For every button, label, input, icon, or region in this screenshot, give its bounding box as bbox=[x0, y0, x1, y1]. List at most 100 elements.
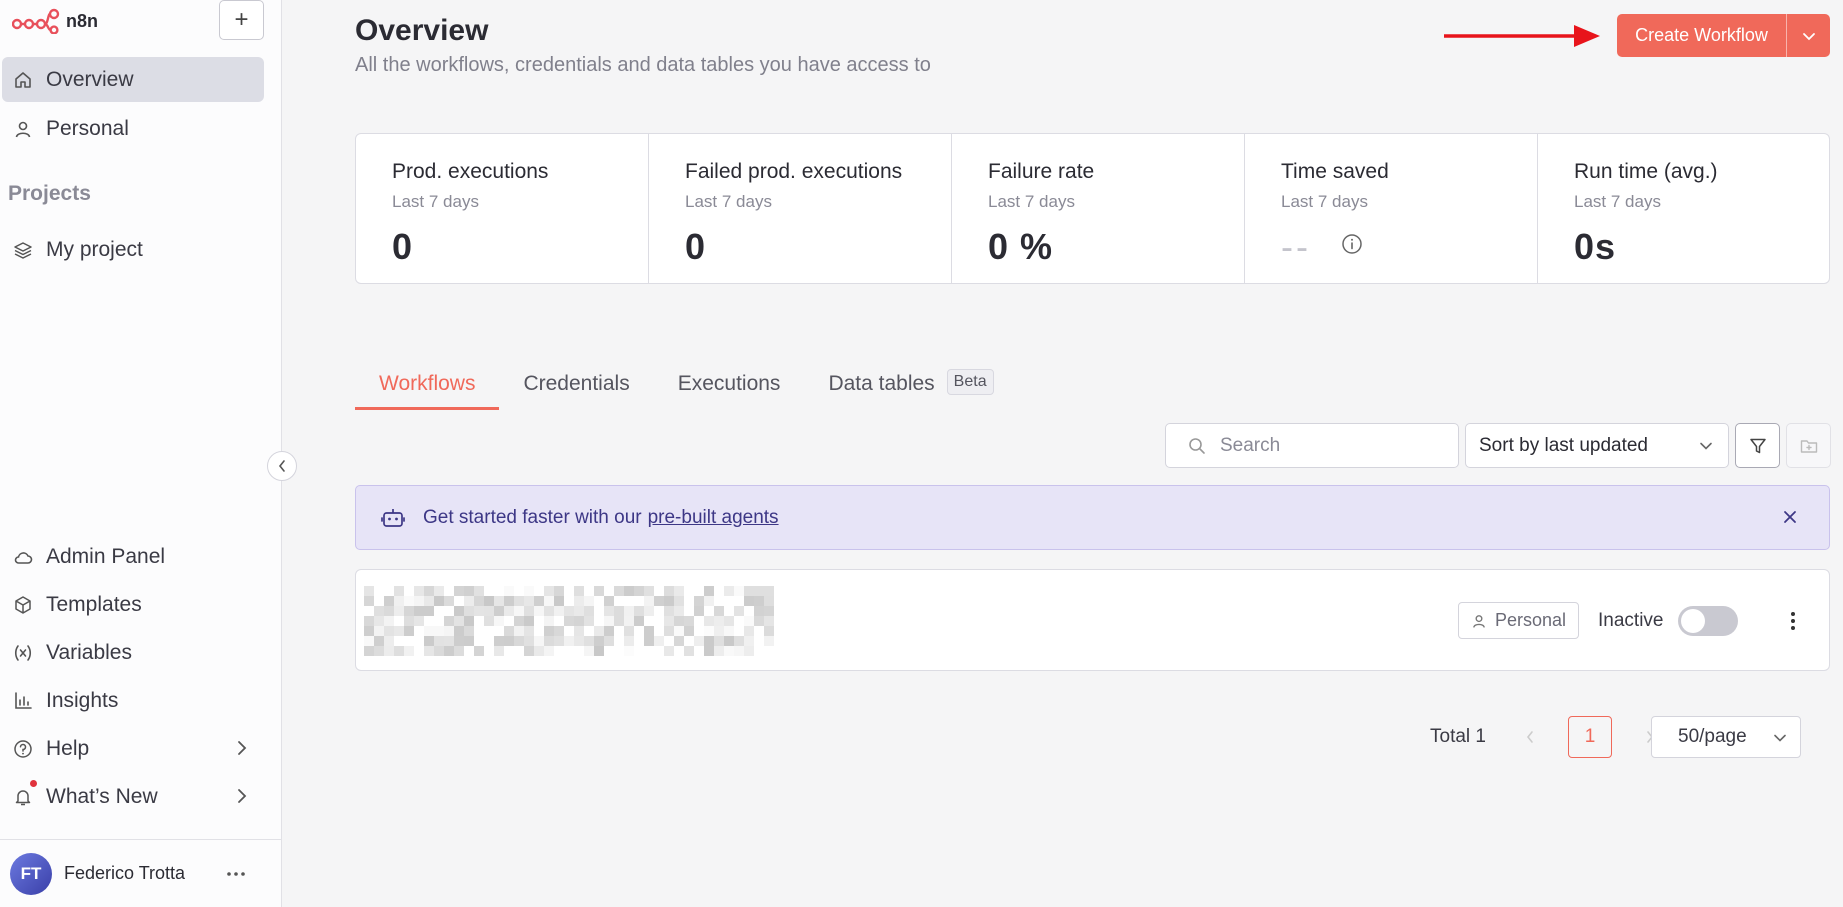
collapse-sidebar-button[interactable] bbox=[267, 451, 297, 481]
filter-button[interactable] bbox=[1735, 423, 1780, 468]
stat-label: Failed prod. executions bbox=[685, 160, 903, 183]
stat-label: Run time (avg.) bbox=[1574, 160, 1718, 183]
prev-page-icon[interactable] bbox=[1516, 729, 1544, 745]
stat-failure-rate[interactable]: Failure rate Last 7 days 0 % bbox=[952, 134, 1245, 283]
prebuilt-agents-link[interactable]: pre-built agents bbox=[648, 507, 779, 529]
home-icon bbox=[12, 69, 34, 91]
more-vertical-icon bbox=[1791, 612, 1795, 630]
sort-select[interactable]: Sort by last updated bbox=[1465, 423, 1729, 468]
close-icon[interactable] bbox=[1779, 506, 1801, 534]
chevron-left-icon bbox=[278, 460, 285, 472]
page-subtitle: All the workflows, credentials and data … bbox=[355, 54, 931, 76]
search-input[interactable] bbox=[1220, 434, 1440, 457]
info-icon[interactable] bbox=[1341, 233, 1363, 260]
chevron-down-icon bbox=[1772, 730, 1788, 752]
activate-toggle[interactable] bbox=[1678, 606, 1738, 636]
workflow-status: Inactive bbox=[1598, 610, 1664, 631]
stat-value: -- bbox=[1281, 226, 1311, 267]
stat-label: Time saved bbox=[1281, 160, 1389, 183]
page-size-select[interactable]: 50/page bbox=[1651, 716, 1801, 758]
sidebar-item-overview[interactable]: Overview bbox=[2, 57, 264, 102]
projects-heading: Projects bbox=[8, 182, 91, 205]
stat-run-time-avg[interactable]: Run time (avg.) Last 7 days 0s bbox=[1538, 134, 1829, 283]
sort-value: Sort by last updated bbox=[1479, 434, 1648, 456]
add-button[interactable]: + bbox=[219, 0, 264, 40]
user-icon bbox=[12, 118, 34, 140]
app-logo[interactable]: n8n bbox=[12, 8, 98, 34]
filter-icon bbox=[1749, 438, 1766, 453]
sidebar-item-label: Overview bbox=[46, 67, 134, 91]
variable-icon bbox=[12, 642, 34, 664]
tab-data-tables[interactable]: Data tables Beta bbox=[804, 364, 1017, 410]
create-options-button[interactable] bbox=[1786, 14, 1830, 57]
workflow-card[interactable]: Personal Inactive bbox=[355, 569, 1830, 671]
stat-value: 0 bbox=[392, 226, 414, 267]
sidebar-item-label: What’s New bbox=[46, 784, 158, 808]
sidebar-item-label: Insights bbox=[46, 688, 119, 712]
create-workflow-button-group: Create Workflow bbox=[1617, 14, 1830, 57]
tab-workflows[interactable]: Workflows bbox=[355, 364, 500, 410]
stat-period: Last 7 days bbox=[392, 192, 479, 211]
sidebar-item-label: Personal bbox=[46, 116, 129, 140]
bell-icon bbox=[12, 786, 34, 808]
page-title: Overview bbox=[355, 14, 489, 47]
resource-tabs: Workflows Credentials Executions Data ta… bbox=[355, 364, 1018, 410]
stat-prod-executions[interactable]: Prod. executions Last 7 days 0 bbox=[356, 134, 649, 283]
box-icon bbox=[12, 594, 34, 616]
more-horizontal-icon[interactable] bbox=[224, 862, 248, 891]
total-count: Total 1 bbox=[1430, 726, 1486, 747]
layers-icon bbox=[12, 239, 34, 261]
search-icon bbox=[1189, 437, 1205, 454]
red-arrow-annotation bbox=[1444, 25, 1600, 47]
page-number[interactable]: 1 bbox=[1567, 716, 1612, 758]
tab-executions[interactable]: Executions bbox=[654, 364, 805, 410]
stat-period: Last 7 days bbox=[1281, 192, 1368, 211]
sidebar-item-help[interactable]: Help bbox=[2, 726, 264, 771]
bar-chart-icon bbox=[12, 690, 34, 712]
prebuilt-agents-banner: Get started faster with our pre-built ag… bbox=[355, 485, 1830, 550]
sidebar-item-variables[interactable]: Variables bbox=[2, 630, 264, 675]
redacted-workflow-name bbox=[364, 586, 774, 656]
sidebar-item-label: Templates bbox=[46, 592, 142, 616]
project-badge[interactable]: Personal bbox=[1458, 602, 1580, 639]
sidebar-item-admin-panel[interactable]: Admin Panel bbox=[2, 534, 264, 579]
sidebar-item-insights[interactable]: Insights bbox=[2, 678, 264, 723]
page-size-value: 50/page bbox=[1678, 726, 1747, 747]
user-name: Federico Trotta bbox=[64, 863, 186, 883]
avatar[interactable]: FT bbox=[10, 852, 52, 895]
notification-dot bbox=[30, 780, 37, 787]
sidebar-item-my-project[interactable]: My project bbox=[2, 227, 264, 272]
tab-credentials[interactable]: Credentials bbox=[499, 364, 653, 410]
search-field bbox=[1165, 423, 1459, 468]
stat-value: 0 % bbox=[988, 226, 1054, 267]
beta-badge: Beta bbox=[946, 369, 994, 395]
robot-icon bbox=[381, 508, 405, 527]
insights-summary: Prod. executions Last 7 days 0 Failed pr… bbox=[355, 133, 1830, 284]
create-workflow-button[interactable]: Create Workflow bbox=[1617, 14, 1786, 57]
stat-time-saved[interactable]: Time saved Last 7 days -- bbox=[1245, 134, 1538, 283]
stat-label: Prod. executions bbox=[392, 160, 549, 183]
stat-period: Last 7 days bbox=[988, 192, 1075, 211]
cloud-icon bbox=[12, 546, 34, 568]
folder-plus-icon bbox=[1800, 439, 1817, 453]
stat-failed-prod-executions[interactable]: Failed prod. executions Last 7 days 0 bbox=[649, 134, 952, 283]
chevron-right-icon bbox=[236, 786, 248, 812]
chevron-down-icon bbox=[1698, 438, 1714, 460]
stat-value: 0 bbox=[685, 226, 707, 267]
sidebar-item-whats-new[interactable]: What’s New bbox=[2, 774, 264, 819]
sidebar-item-label: Help bbox=[46, 736, 90, 760]
sidebar-item-label: My project bbox=[46, 237, 143, 261]
app-name: n8n bbox=[66, 10, 99, 31]
user-icon bbox=[1471, 613, 1487, 629]
sidebar-item-personal[interactable]: Personal bbox=[2, 106, 264, 151]
banner-text: Get started faster with our bbox=[423, 506, 642, 528]
create-folder-button[interactable] bbox=[1786, 423, 1831, 468]
workflow-menu-button[interactable] bbox=[1780, 606, 1806, 636]
user-menu: FT Federico Trotta bbox=[0, 839, 282, 907]
stat-period: Last 7 days bbox=[685, 192, 772, 211]
help-icon bbox=[12, 738, 34, 760]
chevron-down-icon bbox=[1802, 32, 1815, 40]
pagination: Total 1 1 bbox=[1430, 716, 1664, 758]
sidebar-item-templates[interactable]: Templates bbox=[2, 582, 264, 627]
sidebar: n8n + Overview Personal Projects My proj… bbox=[0, 0, 282, 907]
